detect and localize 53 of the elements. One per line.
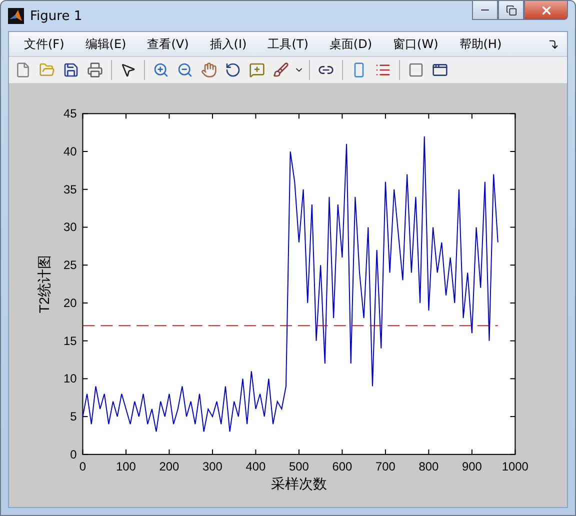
data-cursor-icon — [249, 62, 265, 78]
zoom-out-icon — [177, 62, 193, 78]
tick-label: 900 — [462, 459, 482, 474]
zoom-in-icon — [153, 62, 169, 78]
tick-label: 45 — [63, 106, 77, 121]
open-folder-icon — [39, 62, 55, 78]
tick-label: 800 — [418, 459, 439, 474]
minimize-button[interactable] — [472, 1, 498, 20]
menu-item[interactable]: 工具(T) — [260, 34, 316, 54]
tick-label: 30 — [63, 220, 77, 234]
tick-label: 25 — [63, 258, 77, 272]
y-axis-label: T2统计图 — [36, 254, 52, 314]
window-title: Figure 1 — [30, 8, 84, 24]
save-icon — [63, 62, 79, 78]
hand-icon — [201, 62, 217, 78]
dock-arrow-icon[interactable] — [548, 38, 559, 50]
menu-item[interactable]: 桌面(D) — [322, 34, 380, 54]
rotate-icon — [225, 62, 241, 78]
menu-item[interactable]: 文件(F) — [17, 34, 72, 54]
legend-icon — [375, 62, 391, 78]
menu-item[interactable]: 帮助(H) — [452, 34, 509, 54]
tick-label: 600 — [332, 459, 352, 474]
restore-icon — [506, 4, 516, 16]
tick-label: 300 — [202, 459, 222, 474]
tick-label: 100 — [116, 459, 136, 474]
tick-label: 20 — [63, 296, 77, 310]
tick-label: 5 — [70, 410, 77, 424]
tick-label: 400 — [246, 459, 266, 474]
tick-label: 200 — [159, 459, 180, 474]
window-frame-icon — [432, 62, 448, 78]
tick-label: 0 — [70, 447, 77, 462]
menu-item[interactable]: 编辑(E) — [78, 34, 134, 54]
tick-label: 35 — [63, 182, 77, 196]
print-icon — [87, 62, 103, 78]
menu-item[interactable]: 插入(I) — [202, 34, 254, 54]
brush-icon — [273, 62, 289, 78]
tick-label: 40 — [63, 144, 77, 158]
tick-label: 10 — [63, 372, 77, 386]
tick-label: 500 — [289, 459, 309, 474]
x-axis-label: 采样次数 — [270, 475, 327, 492]
close-button[interactable] — [524, 1, 568, 20]
square-icon — [408, 62, 424, 78]
pointer-icon — [120, 62, 136, 78]
menu-item[interactable]: 窗口(W) — [386, 34, 446, 54]
tick-label: 15 — [63, 334, 77, 348]
app-logo-icon — [8, 8, 24, 24]
tick-label: 0 — [79, 459, 86, 474]
tick-label: 1000 — [502, 459, 528, 474]
maximize-button[interactable] — [498, 1, 524, 20]
menu-item[interactable]: 查看(V) — [140, 34, 196, 54]
new-file-icon — [15, 62, 31, 78]
close-icon — [540, 4, 552, 16]
tick-label: 700 — [376, 459, 396, 474]
